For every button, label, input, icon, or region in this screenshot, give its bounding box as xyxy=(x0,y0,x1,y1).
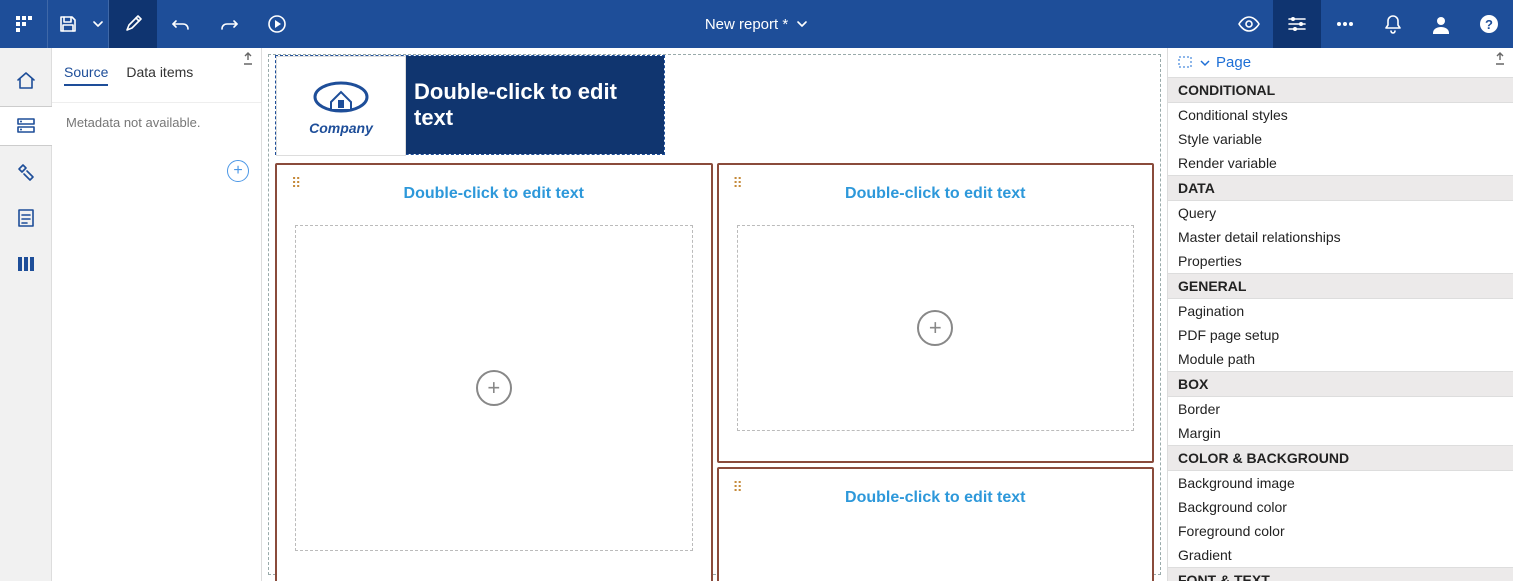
add-source-button[interactable]: + xyxy=(227,160,249,182)
report-title-text: New report * xyxy=(705,16,788,33)
save-dropdown[interactable] xyxy=(88,0,108,48)
report-title-placeholder[interactable]: Double-click to edit text xyxy=(406,56,664,154)
property-section-header[interactable]: COLOR & BACKGROUND xyxy=(1168,445,1513,471)
card-a1[interactable]: ⠿ Double-click to edit text + xyxy=(275,163,713,581)
drag-handle-icon[interactable]: ⠿ xyxy=(733,175,745,192)
property-item[interactable]: Pagination xyxy=(1168,299,1513,323)
property-section-header[interactable]: GENERAL xyxy=(1168,273,1513,299)
property-section-header[interactable]: BOX xyxy=(1168,371,1513,397)
card-b2-title[interactable]: Double-click to edit text xyxy=(737,489,1135,507)
property-item[interactable]: Style variable xyxy=(1168,127,1513,151)
top-toolbar: New report * ? xyxy=(0,0,1513,48)
edit-mode-button[interactable] xyxy=(109,0,157,48)
add-content-button[interactable]: + xyxy=(476,370,512,406)
notifications-button[interactable] xyxy=(1369,0,1417,48)
property-section-header[interactable]: FONT & TEXT xyxy=(1168,567,1513,581)
report-title[interactable]: New report * xyxy=(705,16,808,33)
card-b1[interactable]: ⠿ Double-click to edit text + xyxy=(717,163,1155,463)
properties-context[interactable]: Page xyxy=(1168,48,1513,77)
redo-button[interactable] xyxy=(205,0,253,48)
property-item[interactable]: Master detail relationships xyxy=(1168,225,1513,249)
page-context-icon xyxy=(1178,56,1194,70)
property-item[interactable]: PDF page setup xyxy=(1168,323,1513,347)
more-button[interactable] xyxy=(1321,0,1369,48)
add-content-button[interactable]: + xyxy=(917,310,953,346)
data-source-icon[interactable] xyxy=(0,106,53,146)
property-item[interactable]: Module path xyxy=(1168,347,1513,371)
toolbar-left xyxy=(0,0,301,48)
logo-text: Company xyxy=(309,120,373,136)
property-item[interactable]: Gradient xyxy=(1168,543,1513,567)
run-button[interactable] xyxy=(253,0,301,48)
left-panel-tabs: Source Data items xyxy=(52,48,261,96)
card-b2[interactable]: ⠿ Double-click to edit text xyxy=(717,467,1155,581)
pin-icon[interactable] xyxy=(241,52,255,69)
column-b: ⠿ Double-click to edit text + ⠿ Double-c… xyxy=(717,163,1155,581)
property-item[interactable]: Render variable xyxy=(1168,151,1513,175)
card-b1-dropzone[interactable]: + xyxy=(737,225,1135,431)
properties-panel: Page CONDITIONALConditional stylesStyle … xyxy=(1167,48,1513,581)
apps-button[interactable] xyxy=(0,0,48,48)
property-item[interactable]: Background image xyxy=(1168,471,1513,495)
drag-handle-icon[interactable]: ⠿ xyxy=(733,479,745,496)
property-item[interactable]: Border xyxy=(1168,397,1513,421)
svg-text:?: ? xyxy=(1485,17,1493,32)
report-canvas: Company Double-click to edit text ⠿ Doub… xyxy=(262,48,1167,581)
metadata-message: Metadata not available. xyxy=(52,103,261,142)
queries-icon[interactable] xyxy=(5,244,47,284)
help-button[interactable]: ? xyxy=(1465,0,1513,48)
property-section-header[interactable]: CONDITIONAL xyxy=(1168,77,1513,103)
chevron-down-icon xyxy=(796,18,808,30)
card-b1-title[interactable]: Double-click to edit text xyxy=(737,185,1135,203)
properties-context-label: Page xyxy=(1216,54,1251,71)
pages-icon[interactable] xyxy=(5,198,47,238)
property-item[interactable]: Properties xyxy=(1168,249,1513,273)
content-grid: ⠿ Double-click to edit text + ⠿ Double-c… xyxy=(275,163,1154,581)
save-group xyxy=(48,0,109,48)
tab-data-items[interactable]: Data items xyxy=(126,64,193,86)
property-item[interactable]: Background color xyxy=(1168,495,1513,519)
chevron-down-icon xyxy=(1200,58,1210,68)
logo-cell[interactable]: Company xyxy=(276,56,406,156)
toolbox-icon[interactable] xyxy=(5,152,47,192)
drag-handle-icon[interactable]: ⠿ xyxy=(291,175,303,192)
left-rail xyxy=(0,48,52,581)
tab-source[interactable]: Source xyxy=(64,64,108,86)
property-item[interactable]: Foreground color xyxy=(1168,519,1513,543)
left-panel: Source Data items + Metadata not availab… xyxy=(52,48,262,581)
header-block[interactable]: Company Double-click to edit text xyxy=(275,55,665,155)
undo-button[interactable] xyxy=(157,0,205,48)
card-a1-dropzone[interactable]: + xyxy=(295,225,693,551)
properties-toggle-button[interactable] xyxy=(1273,0,1321,48)
card-a1-title[interactable]: Double-click to edit text xyxy=(295,185,693,203)
user-button[interactable] xyxy=(1417,0,1465,48)
column-a: ⠿ Double-click to edit text + xyxy=(275,163,713,581)
property-item[interactable]: Margin xyxy=(1168,421,1513,445)
page-body[interactable]: Company Double-click to edit text ⠿ Doub… xyxy=(268,54,1161,575)
main-area: Source Data items + Metadata not availab… xyxy=(0,48,1513,581)
preview-button[interactable] xyxy=(1225,0,1273,48)
property-item[interactable]: Query xyxy=(1168,201,1513,225)
home-icon[interactable] xyxy=(5,60,47,100)
toolbar-right: ? xyxy=(1225,0,1513,48)
property-item[interactable]: Conditional styles xyxy=(1168,103,1513,127)
save-button[interactable] xyxy=(48,0,88,48)
properties-list[interactable]: CONDITIONALConditional stylesStyle varia… xyxy=(1168,77,1513,581)
company-logo-icon: Company xyxy=(301,71,381,141)
property-section-header[interactable]: DATA xyxy=(1168,175,1513,201)
pin-icon[interactable] xyxy=(1493,52,1507,69)
